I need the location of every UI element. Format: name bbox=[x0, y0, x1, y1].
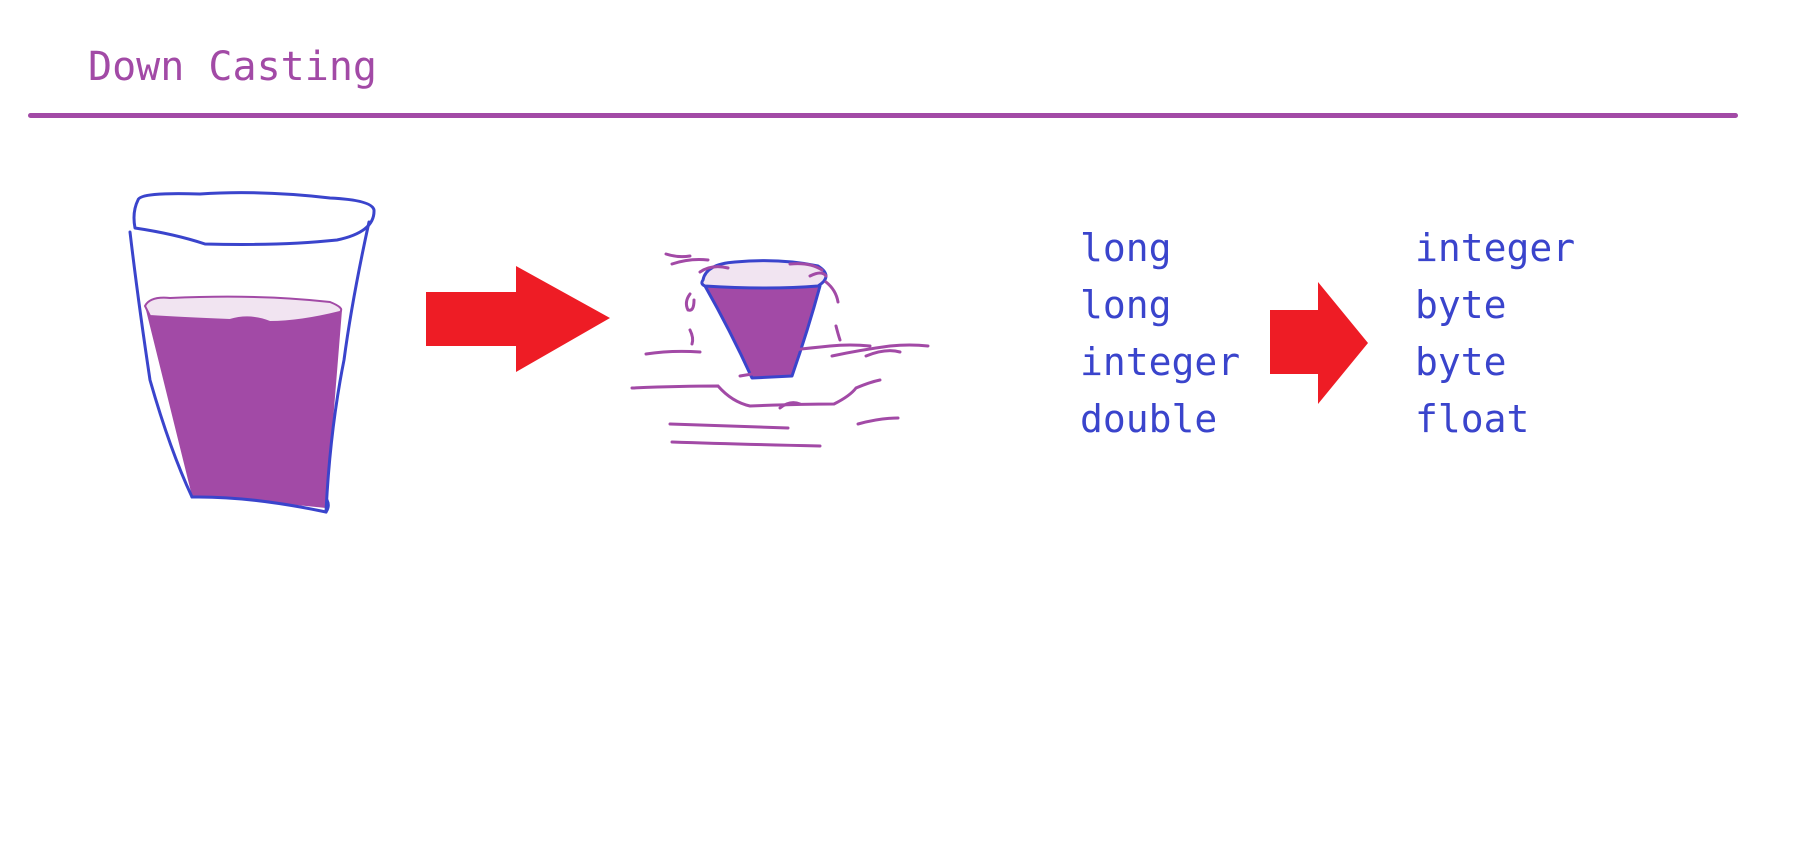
target-type-list: integer byte byte float bbox=[1415, 220, 1575, 448]
large-cup-icon bbox=[128, 191, 376, 514]
diagram-canvas: Down Casting long long integer double in… bbox=[0, 0, 1801, 864]
right-arrow-icon bbox=[1270, 282, 1368, 404]
target-type: integer bbox=[1415, 226, 1576, 270]
small-cup-icon bbox=[630, 252, 930, 448]
source-type: long bbox=[1080, 283, 1172, 327]
source-type: integer bbox=[1080, 340, 1241, 384]
target-type: byte bbox=[1415, 340, 1507, 384]
source-type-list: long long integer double bbox=[1080, 220, 1240, 448]
right-arrow-icon bbox=[426, 266, 610, 372]
target-type: byte bbox=[1415, 283, 1507, 327]
target-type: float bbox=[1415, 397, 1530, 441]
source-type: double bbox=[1080, 397, 1218, 441]
source-type: long bbox=[1080, 226, 1172, 270]
